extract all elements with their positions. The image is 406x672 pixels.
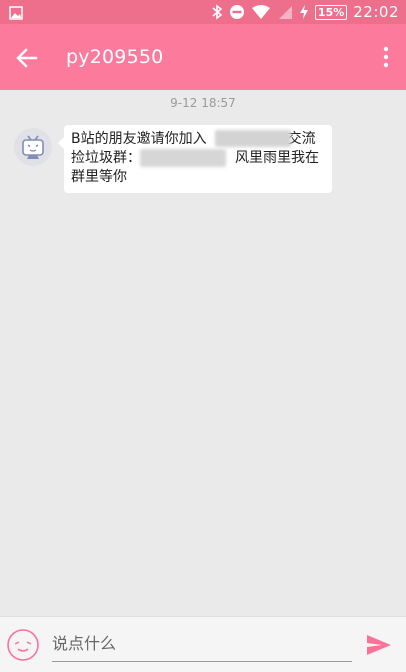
back-arrow-icon[interactable] [14, 45, 40, 71]
bluetooth-icon [211, 4, 223, 20]
chat-title: py209550 [66, 46, 164, 68]
do-not-disturb-icon [229, 4, 245, 20]
message-input[interactable] [52, 626, 352, 662]
image-icon [9, 5, 23, 24]
bilibili-tv-icon [22, 135, 44, 159]
input-bar [0, 616, 406, 672]
redacted-blur [215, 130, 291, 147]
avatar[interactable] [14, 128, 52, 166]
wifi-icon [251, 4, 271, 20]
clock: 22:02 [353, 3, 399, 21]
app-bar: py209550 [0, 24, 406, 90]
message-timestamp: 9-12 18:57 [170, 96, 236, 110]
signal-icon [277, 4, 293, 20]
redacted-blur [140, 149, 226, 167]
send-icon[interactable] [366, 633, 392, 657]
more-options-icon[interactable] [382, 46, 390, 68]
message-line-3: 群里等你 [71, 169, 127, 185]
battery-icon: 15% [314, 4, 348, 20]
status-bar: 15% 22:02 [0, 0, 406, 24]
message-bubble[interactable]: B站的朋友邀请你加入 交流 捡垃圾群： 风里雨里我在 群里等你 [58, 125, 332, 193]
emoji-icon[interactable] [6, 628, 40, 662]
charging-icon [299, 4, 309, 20]
